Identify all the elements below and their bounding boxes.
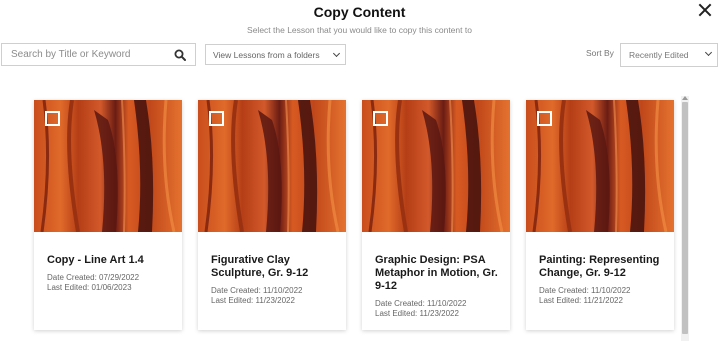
lesson-title: Figurative Clay Sculpture, Gr. 9-12: [211, 254, 309, 279]
sort-select[interactable]: Recently Edited: [620, 43, 718, 67]
select-checkbox[interactable]: [373, 111, 388, 126]
sort-by-label: Sort By: [586, 48, 614, 58]
search-input[interactable]: [2, 44, 172, 65]
date-created: Date Created: 11/10/2022: [375, 299, 467, 308]
folder-select-value: View Lessons from a folders: [213, 49, 320, 60]
chevron-down-icon: [704, 48, 713, 57]
select-checkbox[interactable]: [537, 111, 552, 126]
lesson-thumbnail: [198, 100, 346, 232]
lesson-grid: Copy - Line Art 1.4 Date Created: 07/29/…: [0, 96, 719, 341]
folder-select[interactable]: View Lessons from a folders: [205, 44, 346, 65]
sort-select-value: Recently Edited: [629, 50, 689, 60]
lesson-card[interactable]: Graphic Design: PSA Metaphor in Motion, …: [362, 100, 510, 330]
lesson-card[interactable]: Copy - Line Art 1.4 Date Created: 07/29/…: [34, 100, 182, 330]
date-created: Date Created: 07/29/2022: [47, 273, 140, 282]
date-created: Date Created: 11/10/2022: [539, 286, 631, 295]
last-edited: Last Edited: 01/06/2023: [47, 282, 132, 292]
lesson-thumbnail: [362, 100, 510, 232]
lesson-thumbnail: [34, 100, 182, 232]
page-title: Copy Content: [313, 4, 406, 20]
last-edited: Last Edited: 11/23/2022: [211, 295, 295, 305]
select-checkbox[interactable]: [209, 111, 224, 126]
last-edited: Last Edited: 11/23/2022: [375, 308, 459, 318]
lesson-thumbnail: [526, 100, 674, 232]
scrollbar-thumb[interactable]: [682, 102, 688, 334]
search-box: [1, 43, 196, 66]
page-subtitle: Select the Lesson that you would like to…: [247, 25, 472, 35]
lesson-card[interactable]: Painting: Representing Change, Gr. 9-12 …: [526, 100, 674, 330]
close-icon[interactable]: [697, 2, 713, 18]
scrollbar[interactable]: [681, 96, 689, 341]
lesson-title: Painting: Representing Change, Gr. 9-12: [539, 254, 660, 279]
lesson-title: Copy - Line Art 1.4: [47, 254, 144, 266]
lesson-card[interactable]: Figurative Clay Sculpture, Gr. 9-12 Date…: [198, 100, 346, 330]
search-icon[interactable]: [174, 49, 186, 61]
select-checkbox[interactable]: [45, 111, 60, 126]
chevron-down-icon: [332, 49, 341, 58]
date-created: Date Created: 11/10/2022: [211, 286, 303, 295]
last-edited: Last Edited: 11/21/2022: [539, 295, 623, 305]
lesson-title: Graphic Design: PSA Metaphor in Motion, …: [375, 254, 498, 292]
scroll-up-arrow[interactable]: [682, 96, 688, 100]
